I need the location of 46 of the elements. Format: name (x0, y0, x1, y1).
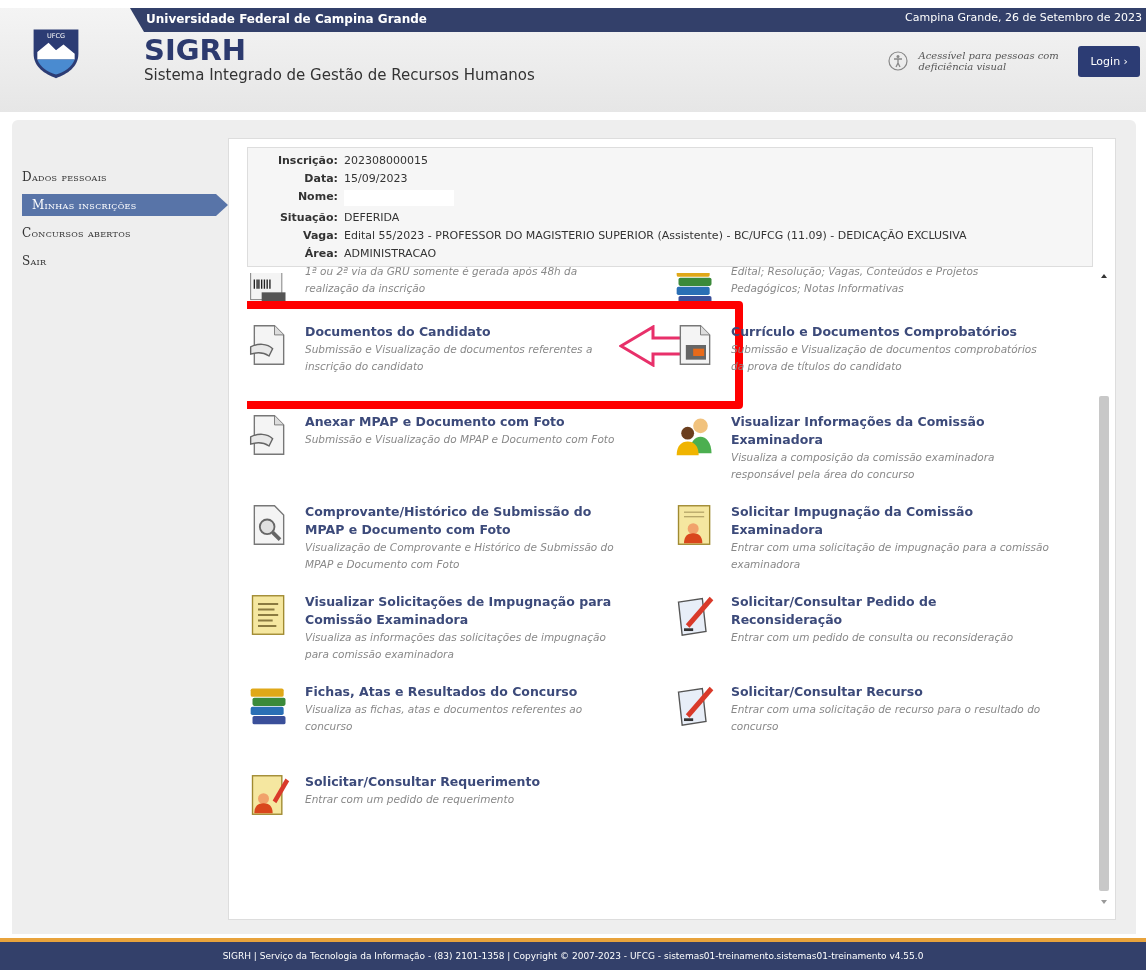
item-description: Visualiza as informações das solicitações de impugnação para comissão examinadora (305, 630, 607, 662)
system-subtitle: Sistema Integrado de Gestão de Recursos Humanos (144, 66, 536, 84)
date-text: Campina Grande, 26 de Setembro de 2023 (905, 10, 1143, 25)
field-label: Inscrição: (276, 154, 338, 167)
menu-link[interactable]: Solicitar/Consultar Pedido de Reconsideração (731, 593, 1051, 629)
field-value: Edital 55/2023 - PROFESSOR DO MAGISTERIO SUPERIOR (Assistente) - BC/UFCG (11.09) - DEDICAÇÃO EXCLUSIVA (344, 229, 968, 242)
menu-link[interactable]: Visualizar Solicitações de Impugnação para Comissão Examinadora (305, 593, 625, 629)
footer-text: SIGRH | Serviço da Tecnologia da Informação - (83) 2101-1358 | Copyright © 2007-2023 - UFCG - sistemas01-treinamento.sistemas01-treinamento v4.55.0 (0, 938, 1146, 970)
menu-link[interactable]: Anexar MPAP e Documento com Foto (305, 413, 615, 431)
item-description: Entrar com uma solicitação de recurso para o resultado do concurso (731, 702, 1042, 734)
sidebar-item[interactable]: Minhas inscrições (22, 194, 228, 216)
field-value: 15/09/2023 (344, 172, 409, 185)
item-description: 1ª ou 2ª via da GRU somente é gerada após 48h da realização da inscrição (305, 267, 579, 296)
item-description: Entrar com um pedido de requerimento (305, 792, 516, 807)
field-label: Área: (303, 247, 338, 260)
item-description: Visualiza as fichas, atas e documentos referentes ao concurso (305, 702, 584, 734)
menu-link[interactable]: Solicitar/Consultar Recurso (731, 683, 1051, 701)
sidebar-item[interactable]: Dados pessoais (12, 166, 228, 188)
menu-link[interactable]: Visualizar Informações da Comissão Examinadora (731, 413, 1051, 449)
sidebar-item[interactable]: Concursos abertos (12, 222, 228, 244)
field-label: Data: (303, 172, 338, 185)
menu-link[interactable]: Solicitar Impugnação da Comissão Examinadora (731, 503, 1051, 539)
menu-link[interactable]: Solicitar/Consultar Requerimento (305, 773, 541, 791)
institution-name: Universidade Federal de Campina Grande (146, 11, 427, 26)
login-button[interactable]: Login › (1078, 45, 1140, 77)
accessibility-icon[interactable] (888, 51, 909, 71)
item-description: Edital; Resolução; Vagas, Conteúdos e Projetos Pedagógicos; Notas Informativas (731, 267, 980, 296)
field-value: 202308000015 (344, 154, 429, 167)
menu-link[interactable]: Comprovante/Histórico de Submissão do MPAP e Documento com Foto (305, 503, 625, 539)
item-description: Submissão e Visualização de documentos referentes a inscrição do candidato (305, 342, 594, 374)
system-title: SIGRH (144, 34, 248, 66)
sidebar-item[interactable]: Sair (12, 250, 228, 272)
accessibility-link[interactable]: Acessível para pessoas com deficiência visual (918, 50, 1069, 72)
field-label: Situação: (278, 211, 338, 224)
scrollbar-thumb[interactable] (1099, 395, 1109, 891)
field-label: Nome: (296, 190, 338, 205)
item-description: Visualização de Comprovante e Histórico de Submissão do MPAP e Documento com Foto (305, 540, 615, 572)
item-description: Entrar com uma solicitação de impugnação para a comissão examinadora (731, 540, 1050, 572)
item-description: Entrar com um pedido de consulta ou reconsideração (731, 630, 1015, 645)
menu-link[interactable]: Documentos do Candidato (305, 323, 625, 341)
field-label: Vaga: (301, 229, 338, 242)
menu-link[interactable]: Fichas, Atas e Resultados do Concurso (305, 683, 625, 701)
field-value: DEFERIDA (344, 211, 401, 224)
item-description: Visualiza a composição da comissão examinadora responsável pela área do concurso (731, 450, 996, 482)
field-value: ADMINISTRACAO (344, 247, 438, 260)
item-description: Submissão e Visualização do MPAP e Documento com Foto (305, 432, 615, 447)
